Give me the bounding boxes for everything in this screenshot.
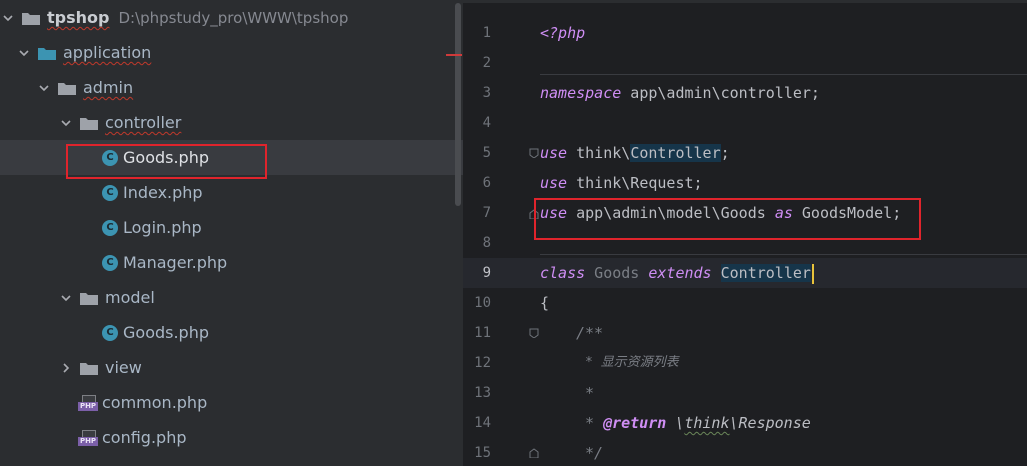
chevron-down-icon[interactable] <box>60 117 72 129</box>
folder-icon <box>80 291 98 305</box>
project-tree-panel: tpshop D:\phpstudy_pro\WWW\tpshop applic… <box>0 0 463 466</box>
code-line-12: * 显示资源列表 <box>585 355 679 370</box>
php-class-icon: C <box>102 254 118 271</box>
php-class-icon: C <box>102 219 118 236</box>
line-number: 11 <box>474 325 491 341</box>
fold-end-marker-icon[interactable] <box>529 448 539 458</box>
code-line-3: namespace app\admin\controller; <box>540 84 820 102</box>
annotation-box-use-goods-model <box>534 198 921 240</box>
tree-item-label: controller <box>105 113 182 132</box>
code-line-14: * @return \think\Response <box>585 414 811 432</box>
tree-root-name: tpshop <box>47 8 110 27</box>
line-number: 14 <box>474 415 491 431</box>
tree-item-view[interactable]: view <box>0 350 463 385</box>
section-separator <box>540 74 1027 75</box>
section-separator <box>540 254 1027 255</box>
tree-item-model[interactable]: model <box>0 280 463 315</box>
line-number: 15 <box>474 445 491 461</box>
tree-item-admin[interactable]: admin <box>0 70 463 105</box>
chevron-down-icon[interactable] <box>2 12 14 24</box>
php-file-icon: PHP <box>78 429 98 446</box>
tree-item-label: common.php <box>102 393 208 412</box>
code-line-5: use think\Controller; <box>540 144 730 162</box>
text-caret <box>811 263 814 284</box>
tree-item-label: model <box>105 288 155 307</box>
line-number: 1 <box>482 25 491 41</box>
code-line-15: */ <box>585 444 604 462</box>
tree-root-path: D:\phpstudy_pro\WWW\tpshop <box>118 8 349 27</box>
tree-item-label: Login.php <box>123 218 202 237</box>
folder-icon <box>58 81 76 95</box>
line-number: 12 <box>474 355 491 371</box>
folder-icon <box>22 11 40 25</box>
line-number: 3 <box>482 85 491 101</box>
tree-item-goods-model[interactable]: C Goods.php <box>0 315 463 350</box>
tree-item-controller[interactable]: controller <box>0 105 463 140</box>
chevron-right-icon[interactable] <box>60 362 72 374</box>
line-number: 13 <box>474 385 491 401</box>
line-number: 6 <box>482 175 491 191</box>
chevron-down-icon[interactable] <box>18 47 30 59</box>
tab-strip <box>463 0 1027 3</box>
fold-marker-icon[interactable] <box>529 148 539 158</box>
source-folder-icon <box>38 46 56 60</box>
line-number: 5 <box>482 145 491 161</box>
tree-item-label: view <box>105 358 142 377</box>
tree-item-common-php[interactable]: PHP common.php <box>0 385 463 420</box>
folder-icon <box>80 116 98 130</box>
line-number-current: 9 <box>482 265 491 281</box>
tree-item-label: Manager.php <box>123 253 228 272</box>
tree-item-label: application <box>63 43 152 62</box>
tree-item-application[interactable]: application <box>0 35 463 70</box>
tree-item-label: admin <box>83 78 134 97</box>
chevron-down-icon[interactable] <box>60 292 72 304</box>
annotation-box-goods-file <box>66 144 267 179</box>
chevron-down-icon[interactable] <box>38 82 50 94</box>
tree-item-label: Goods.php <box>123 323 210 342</box>
tree-item-login-controller[interactable]: C Login.php <box>0 210 463 245</box>
tree-item-index-controller[interactable]: C Index.php <box>0 175 463 210</box>
php-file-icon: PHP <box>78 394 98 411</box>
folder-icon <box>80 361 98 375</box>
php-class-icon: C <box>102 324 118 341</box>
tree-item-manager-controller[interactable]: C Manager.php <box>0 245 463 280</box>
code-line-1: <?php <box>540 24 586 42</box>
line-number: 4 <box>482 115 491 131</box>
line-number: 10 <box>474 295 491 311</box>
line-number: 2 <box>482 55 491 71</box>
php-class-icon: C <box>102 184 118 201</box>
code-line-10: { <box>540 294 550 312</box>
tree-item-tpshop[interactable]: tpshop D:\phpstudy_pro\WWW\tpshop <box>0 0 463 35</box>
fold-marker-icon[interactable] <box>529 328 539 338</box>
code-line-13: * <box>585 384 595 402</box>
tree-scrollbar[interactable] <box>455 3 461 206</box>
code-editor[interactable]: 1 2 3 4 5 6 7 8 9 10 11 12 13 14 15 <?ph… <box>463 0 1027 466</box>
code-line-11: /** <box>576 324 604 342</box>
tree-item-label: config.php <box>102 428 187 447</box>
error-marker <box>446 54 462 56</box>
tree-item-config-php[interactable]: PHP config.php <box>0 420 463 455</box>
line-number: 7 <box>482 205 491 221</box>
tree-item-label: Index.php <box>123 183 203 202</box>
line-number: 8 <box>482 235 491 251</box>
code-line-6: use think\Request; <box>540 174 703 192</box>
line-number-gutter: 1 2 3 4 5 6 7 8 9 10 11 12 13 14 15 <box>463 0 525 466</box>
code-line-9: class Goods extends Controller <box>540 258 814 288</box>
